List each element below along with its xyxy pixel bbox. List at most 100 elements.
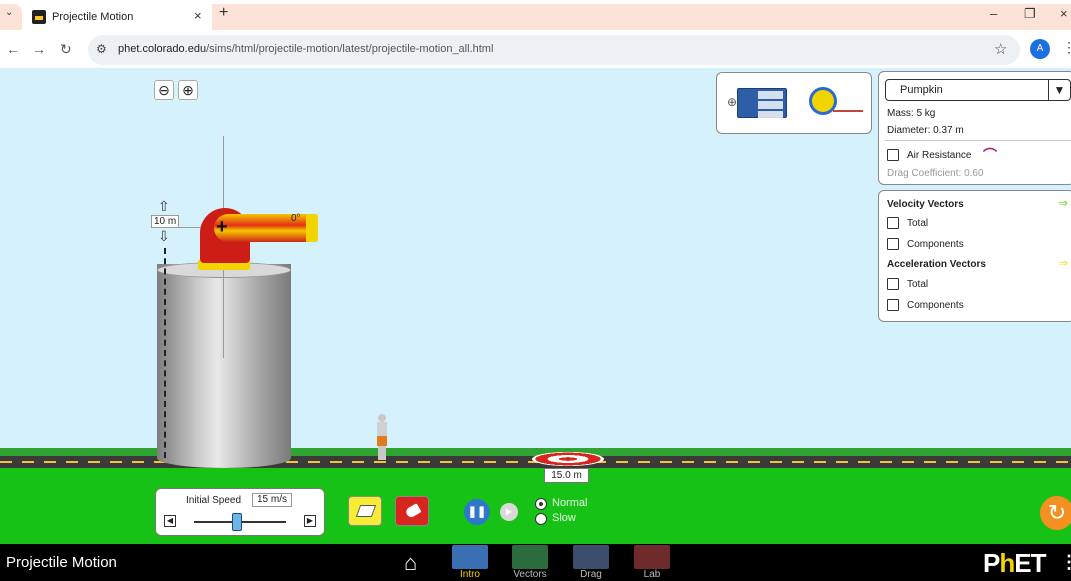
new-tab-button[interactable]: + — [219, 4, 228, 22]
browser-tab[interactable]: Projectile Motion × — [22, 4, 212, 30]
air-resistance-arc-icon: ⌒ — [983, 147, 997, 163]
height-label: 10 m — [151, 215, 180, 228]
cannon-tower[interactable] — [157, 264, 291, 468]
forward-icon[interactable]: → — [32, 41, 46, 57]
screen-drag-button[interactable]: Drag — [567, 544, 615, 581]
air-resistance-checkbox[interactable] — [887, 149, 899, 161]
person-shorts — [377, 436, 387, 446]
phet-menu-icon[interactable]: ⋮ — [1060, 552, 1071, 573]
mass-text: Mass: 5 kg — [887, 108, 936, 119]
minimize-button[interactable]: – — [990, 6, 997, 21]
browser-toolbar: ← → ↻ ⚙ phet.colorado.edu/sims/html/proj… — [0, 30, 1071, 68]
acceleration-total-label: Total — [907, 279, 929, 290]
radio-normal-label: Normal — [552, 497, 588, 509]
tab-title: Projectile Motion — [52, 11, 134, 23]
person-legs — [378, 446, 386, 460]
screen-thumbnail — [634, 545, 670, 569]
screen-label: Lab — [643, 569, 661, 580]
panel-divider — [885, 140, 1071, 141]
url-text[interactable]: phet.colorado.edu/sims/html/projectile-m… — [118, 43, 493, 55]
back-icon[interactable]: ← — [6, 41, 20, 57]
velocity-vectors-heading: Velocity Vectors — [887, 199, 964, 210]
acceleration-vectors-heading: Acceleration Vectors — [887, 259, 986, 270]
phet-favicon-icon — [32, 10, 46, 24]
acceleration-components-label: Components — [907, 300, 964, 311]
crosshair-tool-icon[interactable]: ⊕ — [727, 95, 737, 109]
target[interactable] — [532, 452, 604, 466]
probe-row — [741, 101, 783, 109]
fire-button[interactable] — [395, 496, 429, 526]
sim-title: Projectile Motion — [6, 554, 117, 571]
browser-tabstrip: ⌄ Projectile Motion × + – ❐ × — [0, 0, 1071, 30]
phet-logo[interactable]: PhET — [983, 548, 1046, 579]
erase-button[interactable] — [348, 496, 382, 526]
radio-slow[interactable] — [535, 513, 547, 525]
speed-decrement-button[interactable]: ◀ — [164, 515, 176, 527]
velocity-total-label: Total — [907, 218, 929, 229]
radio-normal[interactable] — [535, 498, 547, 510]
screen-label: Drag — [580, 569, 602, 580]
pause-button[interactable]: ❚❚ — [464, 499, 490, 525]
restore-button[interactable]: ❐ — [1024, 6, 1036, 22]
reload-icon[interactable]: ↻ — [60, 41, 72, 58]
height-indicator-line — [164, 248, 166, 458]
initial-speed-control: Initial Speed 15 m/s ◀ ▶ — [155, 488, 325, 536]
cannon-pivot-icon[interactable]: + — [216, 216, 228, 239]
eraser-icon — [355, 505, 377, 517]
projectile-select-value: Pumpkin — [900, 84, 943, 96]
screen-intro-button[interactable]: Intro — [446, 544, 494, 581]
zoom-in-icon[interactable]: ⊕ — [178, 80, 198, 100]
reset-all-button[interactable]: ↻ — [1040, 496, 1071, 530]
drag-coefficient-text: Drag Coefficient: 0.60 — [887, 168, 984, 179]
step-forward-button[interactable]: ▶ — [500, 503, 518, 521]
simulation-area: ⊖ ⊕ + 0° ⇧ 10 m ⇩ 15.0 m ⊕ Pumpkin ▼ Mas… — [0, 68, 1071, 544]
screen-vectors-button[interactable]: Vectors — [506, 544, 554, 581]
zoom-out-icon[interactable]: ⊖ — [154, 80, 174, 100]
address-bar[interactable]: ⚙ phet.colorado.edu/sims/html/projectile… — [88, 35, 1020, 65]
velocity-components-checkbox[interactable] — [887, 238, 899, 250]
speed-slider-thumb[interactable] — [232, 513, 243, 531]
cannon-angle-label: 0° — [291, 213, 301, 224]
diameter-text: Diameter: 0.37 m — [887, 125, 964, 136]
window-close-button[interactable]: × — [1060, 6, 1068, 21]
initial-speed-label: Initial Speed — [186, 495, 242, 506]
site-info-icon[interactable]: ⚙ — [96, 42, 107, 56]
acceleration-arrow-icon: ⇒ — [1057, 256, 1068, 270]
tabstrip-background — [212, 4, 1071, 30]
velocity-arrow-icon: ⇒ — [1057, 196, 1068, 210]
velocity-components-label: Components — [907, 239, 964, 250]
screen-thumbnail — [512, 545, 548, 569]
chevron-down-icon: ⌄ — [5, 7, 14, 18]
probe-row — [741, 91, 783, 99]
speed-increment-button[interactable]: ▶ — [304, 515, 316, 527]
height-up-arrow-icon[interactable]: ⇧ — [158, 198, 170, 215]
initial-speed-value: 15 m/s — [252, 493, 292, 507]
tape-measure-line — [833, 110, 863, 112]
home-icon[interactable]: ⌂ — [404, 550, 417, 576]
profile-avatar[interactable]: A — [1030, 39, 1050, 59]
projectile-panel: Pumpkin ▼ Mass: 5 kg Diameter: 0.37 m Ai… — [878, 71, 1071, 185]
acceleration-components-checkbox[interactable] — [887, 299, 899, 311]
tab-search-button[interactable]: ⌄ — [0, 4, 22, 30]
screen-label: Vectors — [513, 569, 547, 580]
acceleration-total-checkbox[interactable] — [887, 278, 899, 290]
height-down-arrow-icon[interactable]: ⇩ — [158, 228, 170, 245]
screen-thumbnail — [452, 545, 488, 569]
projectile-select[interactable]: Pumpkin ▼ — [885, 79, 1071, 101]
bookmark-star-icon[interactable]: ☆ — [994, 40, 1007, 58]
select-arrow-icon[interactable]: ▼ — [1048, 80, 1070, 100]
screen-label: Intro — [459, 569, 480, 580]
phet-navbar: Projectile Motion ⌂ Intro Vectors Drag L… — [0, 544, 1071, 581]
person-figure — [374, 414, 390, 460]
tab-close-icon[interactable]: × — [194, 8, 202, 23]
screen-thumbnail — [573, 545, 609, 569]
screen-lab-button[interactable]: Lab — [628, 544, 676, 581]
vectors-panel: Velocity Vectors ⇒ Total Components Acce… — [878, 190, 1071, 322]
probe-row — [741, 111, 783, 119]
target-distance-label: 15.0 m — [544, 468, 589, 483]
tools-box: ⊕ — [716, 72, 872, 134]
radio-slow-label: Slow — [552, 512, 576, 524]
data-probe-tool-icon[interactable] — [737, 88, 787, 119]
browser-menu-icon[interactable]: ⋮ — [1062, 39, 1071, 56]
velocity-total-checkbox[interactable] — [887, 217, 899, 229]
